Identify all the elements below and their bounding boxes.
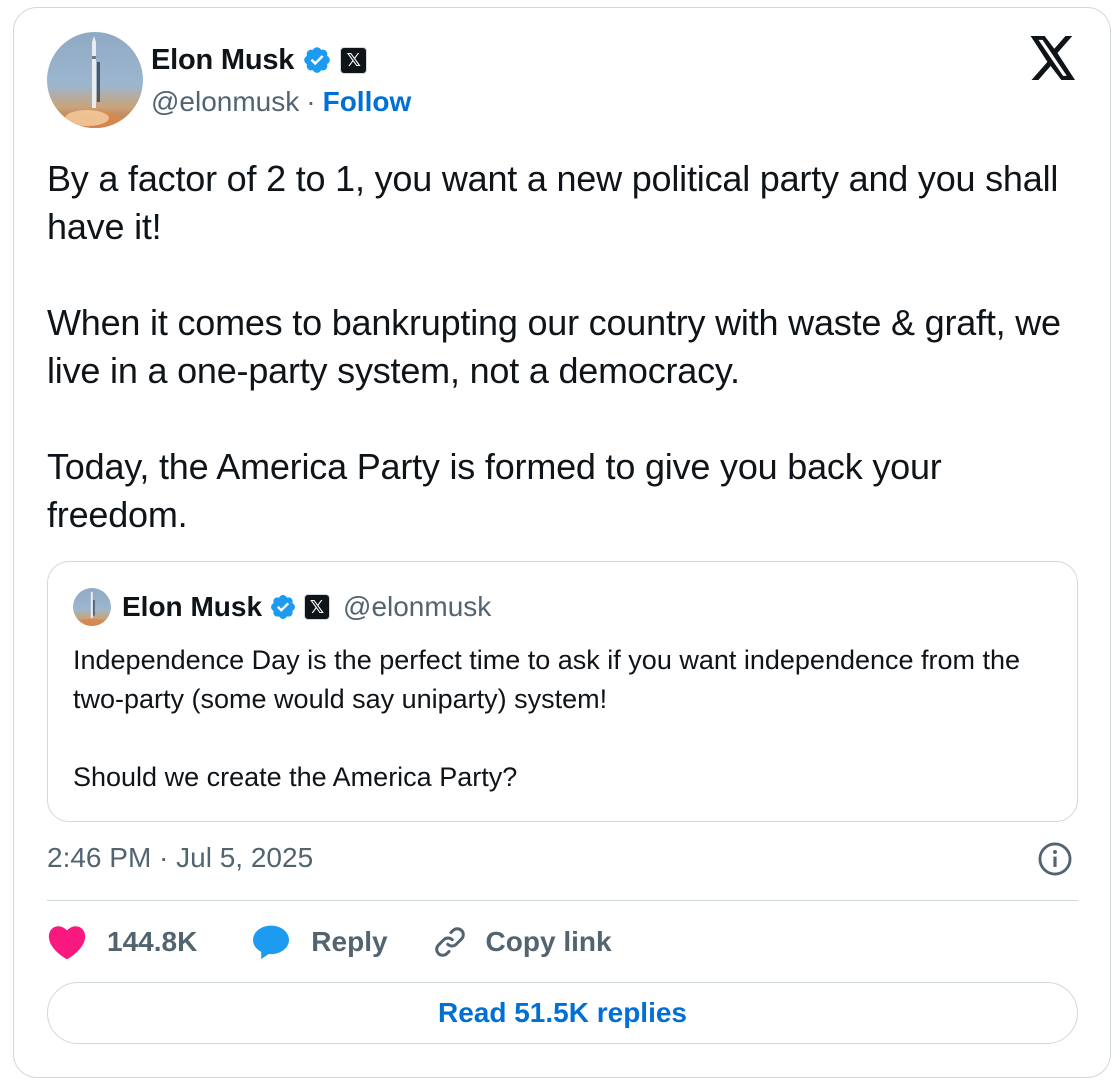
divider [47,900,1078,901]
x-logo-icon[interactable] [1028,36,1078,80]
link-icon [434,927,465,957]
author-handle[interactable]: @elonmusk [151,86,299,118]
author-handle-row: @elonmusk · Follow [151,84,411,120]
like-count: 144.8K [107,926,198,957]
author-name-row: Elon Musk 𝕏 [151,40,368,80]
quoted-author-name: Elon Musk [122,591,263,622]
follow-link[interactable]: Follow [323,86,412,118]
quoted-author-row: Elon Musk 𝕏 @elonmusk [122,588,491,626]
copy-link-button[interactable]: Copy link [432,924,612,960]
tweet-paragraph: When it comes to bankrupting our country… [47,302,1061,391]
reply-label: Reply [311,926,388,957]
quoted-author-handle: @elonmusk [343,591,492,622]
heart-icon [48,926,86,960]
tweet-paragraph: Today, the America Party is formed to gi… [47,446,942,535]
x-affiliate-badge-icon: 𝕏 [304,594,331,620]
like-button[interactable]: 144.8K [47,924,197,960]
action-bar: 144.8K Reply Copy link [47,920,612,964]
quoted-paragraph: Independence Day is the perfect time to … [73,645,1021,714]
quoted-paragraph: Should we create the America Party? [73,762,518,792]
reply-button[interactable]: Reply [251,924,388,960]
tweet-timestamp[interactable]: 2:46 PM · Jul 5, 2025 [47,842,313,874]
separator-dot: · [306,86,316,117]
reply-bubble-icon [253,925,290,960]
quoted-tweet[interactable]: Elon Musk 𝕏 @elonmusk Independence Day i… [47,561,1078,822]
copy-link-label: Copy link [485,926,612,957]
read-replies-button[interactable]: Read 51.5K replies [47,982,1078,1044]
author-avatar[interactable] [47,32,143,128]
tweet-paragraph: By a factor of 2 to 1, you want a new po… [47,158,1059,247]
info-icon[interactable] [1036,840,1074,878]
verified-badge-icon [304,47,331,73]
quoted-tweet-text: Independence Day is the perfect time to … [73,641,1063,797]
x-affiliate-badge-icon: 𝕏 [340,46,368,74]
author-name[interactable]: Elon Musk [151,44,294,77]
tweet-text: By a factor of 2 to 1, you want a new po… [47,155,1087,539]
quoted-author-avatar [73,588,111,626]
verified-badge-icon [271,595,295,619]
